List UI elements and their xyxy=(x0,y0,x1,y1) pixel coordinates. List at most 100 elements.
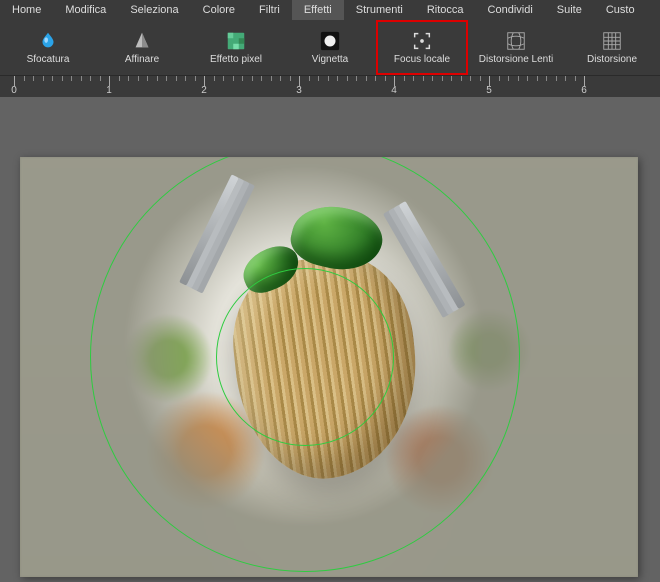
pixelate-icon xyxy=(225,30,247,52)
ruler-tick-minor xyxy=(442,76,443,81)
ruler-tick-minor xyxy=(166,76,167,81)
ruler-tick-minor xyxy=(375,76,376,81)
menubar: Home Modifica Seleziona Colore Filtri Effetti… xyxy=(0,0,660,20)
tool-vignetta[interactable]: Vignetta xyxy=(284,20,376,75)
ruler-tick-minor xyxy=(565,76,566,81)
ruler-tick-minor xyxy=(90,76,91,81)
ruler-tick-minor xyxy=(518,76,519,81)
distortion-icon xyxy=(601,30,623,52)
menu-item-label: Colore xyxy=(203,4,235,16)
ruler-tick-minor xyxy=(290,76,291,81)
tool-label: Distorsione Lenti xyxy=(479,54,553,65)
ruler-tick-minor xyxy=(328,76,329,81)
distortion-icon xyxy=(601,30,623,52)
horizontal-ruler: 0123456 xyxy=(0,75,660,97)
ruler-tick-minor xyxy=(138,76,139,81)
menu-item-ritocca[interactable]: Ritocca xyxy=(415,0,476,20)
ruler-tick-minor xyxy=(546,76,547,81)
menu-item-label: Seleziona xyxy=(130,4,178,16)
menu-item-label: Custo xyxy=(606,4,635,16)
effects-toolbar: Sfocatura Affinare Effetto pixel Vignetta Fo… xyxy=(0,20,660,75)
menu-item-label: Suite xyxy=(557,4,582,16)
ruler-label: 2 xyxy=(201,85,207,96)
menu-item-custo[interactable]: Custo xyxy=(594,0,647,20)
blur-icon xyxy=(37,30,59,52)
ruler-tick-minor xyxy=(385,76,386,81)
ruler-tick-minor xyxy=(404,76,405,81)
sharpen-icon xyxy=(131,30,153,52)
tool-label: Vignetta xyxy=(312,54,349,65)
ruler-label: 6 xyxy=(581,85,587,96)
menu-item-condividi[interactable]: Condividi xyxy=(476,0,545,20)
menu-item-label: Condividi xyxy=(488,4,533,16)
ruler-tick-minor xyxy=(423,76,424,81)
menu-item-filtri[interactable]: Filtri xyxy=(247,0,292,20)
menu-item-label: Effetti xyxy=(304,4,332,16)
menu-item-effetti[interactable]: Effetti xyxy=(292,0,344,20)
tool-label: Affinare xyxy=(125,54,159,65)
ruler-tick-minor xyxy=(527,76,528,81)
tool-label: Sfocatura xyxy=(27,54,70,65)
menu-item-suite[interactable]: Suite xyxy=(545,0,594,20)
sharpen-icon xyxy=(131,30,153,52)
image-stage[interactable] xyxy=(20,157,638,577)
ruler-tick-minor xyxy=(242,76,243,81)
ruler-tick-minor xyxy=(470,76,471,81)
tool-distorsione-lenti[interactable]: Distorsione Lenti xyxy=(468,20,564,75)
ruler-tick-minor xyxy=(252,76,253,81)
ruler-tick-minor xyxy=(309,76,310,81)
ruler-tick-minor xyxy=(280,76,281,81)
menu-item-label: Filtri xyxy=(259,4,280,16)
ruler-tick-minor xyxy=(575,76,576,81)
menu-item-label: Strumenti xyxy=(356,4,403,16)
tool-affinare[interactable]: Affinare xyxy=(96,20,188,75)
ruler-tick-minor xyxy=(480,76,481,81)
ruler-label: 0 xyxy=(11,85,17,96)
ruler-tick-minor xyxy=(233,76,234,81)
ruler-tick-minor xyxy=(71,76,72,81)
pixelate-icon xyxy=(225,30,247,52)
ruler-tick-minor xyxy=(337,76,338,81)
ruler-tick-minor xyxy=(62,76,63,81)
ruler-tick-minor xyxy=(119,76,120,81)
ruler-tick-minor xyxy=(461,76,462,81)
ruler-tick-minor xyxy=(537,76,538,81)
menu-item-modifica[interactable]: Modifica xyxy=(53,0,118,20)
blur-icon xyxy=(37,30,59,52)
ruler-tick-minor xyxy=(366,76,367,81)
ruler-tick-minor xyxy=(556,76,557,81)
ruler-tick-minor xyxy=(52,76,53,81)
local-focus-icon xyxy=(411,30,433,52)
ruler-tick-minor xyxy=(451,76,452,81)
menu-item-home[interactable]: Home xyxy=(0,0,53,20)
ruler-tick-minor xyxy=(195,76,196,81)
menu-item-label: Modifica xyxy=(65,4,106,16)
tool-sfocatura[interactable]: Sfocatura xyxy=(0,20,96,75)
canvas-area[interactable] xyxy=(0,97,660,582)
menu-item-strumenti[interactable]: Strumenti xyxy=(344,0,415,20)
ruler-tick-minor xyxy=(24,76,25,81)
ruler-tick-minor xyxy=(128,76,129,81)
ruler-tick-minor xyxy=(261,76,262,81)
tool-distorsione[interactable]: Distorsione xyxy=(564,20,660,75)
ruler-label: 1 xyxy=(106,85,112,96)
ruler-tick-minor xyxy=(499,76,500,81)
ruler-tick-minor xyxy=(318,76,319,81)
tool-label: Focus locale xyxy=(394,54,450,65)
tool-label: Distorsione xyxy=(587,54,637,65)
ruler-label: 5 xyxy=(486,85,492,96)
ruler-tick-minor xyxy=(432,76,433,81)
vignette-icon xyxy=(319,30,341,52)
menu-item-label: Home xyxy=(12,4,41,16)
menu-item-seleziona[interactable]: Seleziona xyxy=(118,0,190,20)
tool-focus-locale[interactable]: Focus locale xyxy=(376,20,468,75)
menu-item-colore[interactable]: Colore xyxy=(191,0,247,20)
ruler-tick-minor xyxy=(33,76,34,81)
ruler-tick-minor xyxy=(223,76,224,81)
ruler-tick-minor xyxy=(356,76,357,81)
ruler-tick-minor xyxy=(347,76,348,81)
lens-distortion-icon xyxy=(505,30,527,52)
tool-effetto-pixel[interactable]: Effetto pixel xyxy=(188,20,284,75)
tool-label: Effetto pixel xyxy=(210,54,262,65)
ruler-tick-minor xyxy=(81,76,82,81)
